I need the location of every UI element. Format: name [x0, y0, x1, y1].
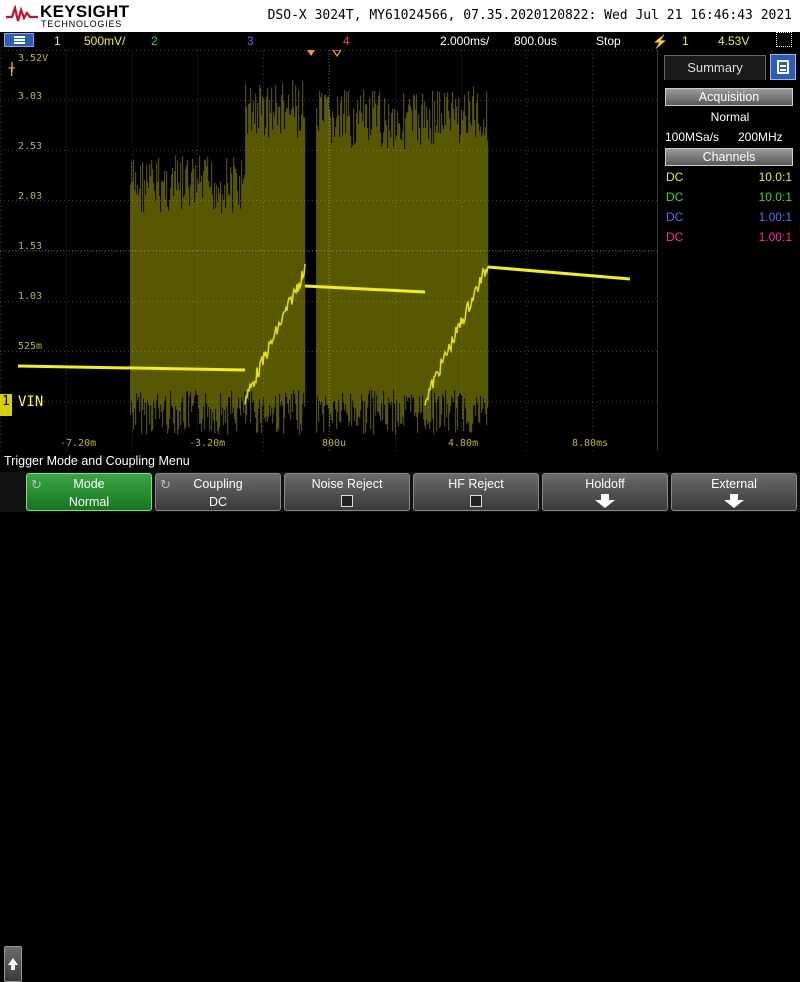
y-label-4: 1.53: [18, 241, 43, 252]
trigger-t-marker: T: [8, 65, 16, 79]
softkey-mode[interactable]: ↻ Mode Normal: [26, 473, 152, 511]
instrument-header: KEYSIGHT TECHNOLOGIES DSO-X 3024T, MY610…: [0, 0, 800, 32]
time-delay[interactable]: 800.0us: [514, 34, 557, 48]
channels-header[interactable]: Channels: [665, 148, 793, 166]
softkey-noise-reject-label: Noise Reject: [311, 477, 383, 491]
ch1-number[interactable]: 1: [54, 34, 61, 48]
ch2-coupling: DC: [666, 190, 684, 204]
noise-reject-checkbox[interactable]: [341, 495, 353, 507]
trigger-edge-icon: ⚡: [652, 34, 669, 49]
softkey-hf-reject[interactable]: HF Reject: [413, 473, 539, 511]
softkey-mode-label: Mode: [73, 477, 105, 491]
softkey-holdoff-label: Holdoff: [585, 477, 625, 491]
channel-row-4: DC 1.00:1: [666, 228, 792, 246]
softkey-coupling-label: Coupling: [193, 477, 243, 491]
ch4-probe: 1.00:1: [758, 230, 792, 244]
channel-menu-button[interactable]: [4, 33, 34, 47]
softkey-external[interactable]: External: [671, 473, 797, 511]
softkey-bar: ↻ Mode Normal ↻ Coupling DC Noise Reject…: [0, 472, 800, 982]
menu-title: Trigger Mode and Coupling Menu: [4, 454, 190, 468]
keysight-wave-icon: [6, 5, 38, 22]
sidebar-menu-button[interactable]: [770, 54, 796, 80]
waveform-svg: [0, 50, 658, 451]
run-state[interactable]: Stop: [596, 34, 621, 48]
channel-row-2: DC 10.0:1: [666, 188, 792, 206]
y-label-0: 3.52V: [18, 53, 49, 64]
zoom-box-icon[interactable]: [776, 32, 792, 47]
x-label-4: 8.80ms: [572, 438, 609, 449]
acquisition-header[interactable]: Acquisition: [665, 88, 793, 106]
ch1-coupling: DC: [666, 170, 684, 184]
softkey-external-label: External: [711, 477, 757, 491]
y-label-5: 1.03: [18, 291, 43, 302]
x-label-3: 4.80m: [448, 438, 479, 449]
document-icon: [777, 60, 789, 74]
x-label-1: -3.20m: [189, 438, 226, 449]
hf-reject-checkbox[interactable]: [470, 495, 482, 507]
softkey-coupling[interactable]: ↻ Coupling DC: [155, 473, 281, 511]
ch3-probe: 1.00:1: [758, 210, 792, 224]
ch1-probe: 10.0:1: [758, 170, 792, 184]
ch1-ground-marker[interactable]: 1: [0, 394, 12, 416]
summary-sidebar: Summary Acquisition Normal 100MSa/s 200M…: [660, 50, 800, 451]
trace-plateau-2: [487, 265, 631, 281]
ch2-probe: 10.0:1: [758, 190, 792, 204]
y-label-3: 2.03: [18, 191, 43, 202]
submenu-arrow-icon: [724, 494, 744, 508]
noise-column: [487, 140, 489, 409]
ch3-number[interactable]: 3: [247, 34, 254, 48]
trigger-level[interactable]: 4.53V: [718, 34, 749, 48]
channel-row-3: DC 1.00:1: [666, 208, 792, 226]
ch4-number[interactable]: 4: [343, 34, 350, 48]
timebase-scale[interactable]: 2.000ms/: [440, 34, 489, 48]
ch3-coupling: DC: [666, 210, 684, 224]
softkey-hf-reject-label: HF Reject: [448, 477, 504, 491]
y-label-2: 2.53: [18, 141, 43, 152]
ch2-number[interactable]: 2: [151, 34, 158, 48]
up-arrow-stem: [11, 965, 15, 970]
softkey-holdoff[interactable]: Holdoff: [542, 473, 668, 511]
bandwidth: 200MHz: [738, 130, 783, 144]
noise-column: [304, 117, 306, 407]
waveform-display[interactable]: 3.52V 3.03 2.53 2.03 1.53 1.03 525m -7.2…: [0, 50, 658, 451]
x-label-2: 800u: [322, 438, 347, 449]
brand-subtitle: TECHNOLOGIES: [41, 19, 123, 29]
keysight-logo: KEYSIGHT TECHNOLOGIES: [6, 2, 131, 29]
ch4-coupling: DC: [666, 230, 684, 244]
y-label-1: 3.03: [18, 91, 43, 102]
trigger-position-marker: [307, 50, 315, 56]
tab-summary[interactable]: Summary: [664, 55, 766, 80]
trigger-markers: [11, 50, 342, 72]
submenu-arrow-icon: [595, 494, 615, 508]
back-up-button[interactable]: [4, 946, 22, 982]
acquisition-mode: Normal: [710, 110, 750, 124]
channel-row-1: DC 10.0:1: [666, 168, 792, 186]
sample-rate: 100MSa/s: [665, 130, 720, 144]
scope-model-datetime: DSO-X 3024T, MY61024566, 07.35.202012082…: [267, 8, 792, 23]
ch1-scale[interactable]: 500mV/: [84, 34, 125, 48]
softkey-mode-value: Normal: [68, 495, 110, 509]
softkey-noise-reject[interactable]: Noise Reject: [284, 473, 410, 511]
x-label-0: -7.20m: [60, 438, 97, 449]
status-bar: 1 500mV/ 2 3 4 2.000ms/ 800.0us Stop ⚡ 1…: [0, 32, 800, 50]
softkey-coupling-value: DC: [208, 495, 228, 509]
trigger-source[interactable]: 1: [682, 34, 689, 48]
ch1-noise-band: [130, 80, 489, 435]
y-label-6: 525m: [18, 341, 43, 352]
ch1-channel-label: VIN: [18, 394, 44, 410]
up-arrow-icon: [8, 958, 18, 965]
menu-icon: [14, 36, 25, 44]
